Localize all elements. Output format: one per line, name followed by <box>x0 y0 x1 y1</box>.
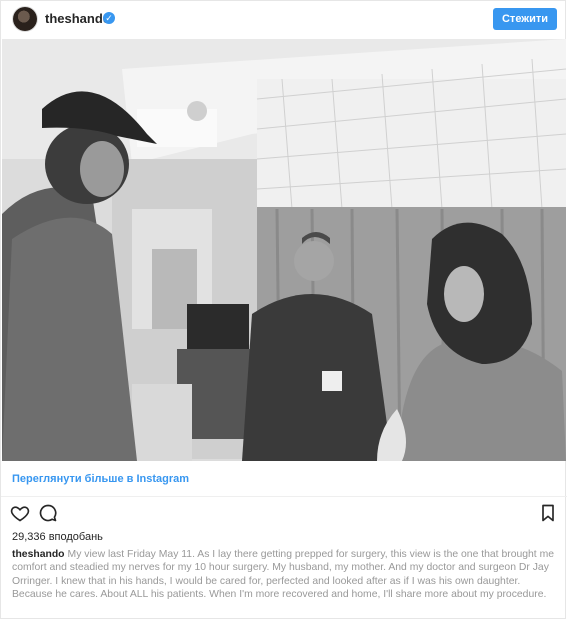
heart-icon[interactable] <box>10 503 32 525</box>
likes-count: 29,336 вподобань <box>12 531 103 543</box>
verified-badge-icon: ✓ <box>103 12 115 24</box>
caption-author[interactable]: theshando <box>12 549 65 560</box>
bookmark-icon[interactable] <box>539 503 561 525</box>
caption-text: My view last Friday May 11. As I lay the… <box>12 549 555 600</box>
view-more-link[interactable]: Переглянути більше в Instagram <box>12 473 189 485</box>
comment-icon[interactable] <box>38 503 60 525</box>
post-header: theshando ✓ Стежити <box>1 1 567 37</box>
username-link[interactable]: theshando <box>45 11 111 26</box>
post-photo[interactable] <box>2 39 566 461</box>
avatar[interactable] <box>13 7 37 31</box>
actions-bar <box>1 501 567 525</box>
caption: theshando My view last Friday May 11. As … <box>12 548 557 601</box>
instagram-embed-card: theshando ✓ Стежити Переглянути більше в… <box>0 0 567 619</box>
view-more-bar: Переглянути більше в Instagram <box>1 461 567 497</box>
follow-button[interactable]: Стежити <box>493 8 557 30</box>
photo-image <box>2 39 566 461</box>
